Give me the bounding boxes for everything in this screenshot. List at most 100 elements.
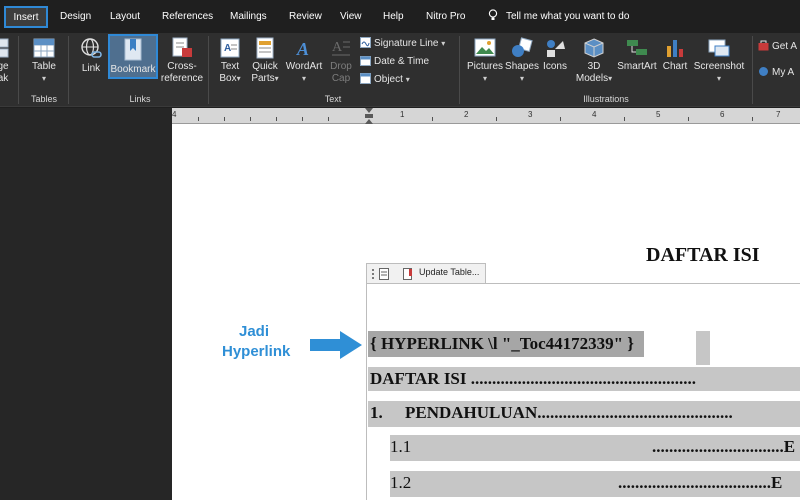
date-time-button[interactable]: Date & Time [360, 54, 429, 70]
cross-reference-label-2: reference [160, 73, 204, 84]
my-addins-button[interactable]: My A [758, 65, 794, 81]
text-box-button[interactable]: A Text Box▾ [214, 37, 246, 85]
toc-entry-daftar-isi[interactable]: DAFTAR ISI .............................… [368, 367, 800, 391]
page-break-icon [0, 38, 9, 58]
text-box-icon: A [220, 38, 240, 58]
ruler-tick [688, 117, 689, 121]
toc-content-control-tab[interactable]: Update Table... [366, 263, 486, 283]
tab-mailings[interactable]: Mailings [230, 8, 267, 26]
link-label: Link [81, 63, 101, 74]
pictures-label: Pictures [466, 61, 504, 72]
drop-cap-icon: A [332, 40, 350, 56]
tab-insert[interactable]: Insert [4, 6, 48, 28]
tab-layout[interactable]: Layout [110, 8, 140, 26]
tell-me-text: Tell me what you want to do [506, 11, 630, 22]
tab-nitro-pro[interactable]: Nitro Pro [426, 8, 465, 26]
drop-cap-label-2: Cap [331, 73, 351, 84]
tab-view[interactable]: View [340, 8, 362, 26]
globe-link-icon [81, 38, 102, 58]
page-break-label-2: ak [0, 73, 9, 84]
table-icon [33, 38, 55, 58]
object-button[interactable]: Object ▾ [360, 72, 410, 88]
screenshot-button[interactable]: Screenshot ▾ [692, 37, 746, 85]
ruler-number: 4 [172, 110, 177, 119]
ruler-number: 2 [464, 110, 469, 119]
ruler-number: 3 [528, 110, 533, 119]
document-icon[interactable] [379, 268, 389, 280]
text-box-label-1: Text [220, 61, 240, 72]
shapes-label: Shapes [505, 61, 539, 72]
icons-button[interactable]: Icons [540, 37, 570, 73]
screenshot-label: Screenshot [693, 61, 745, 72]
cross-reference-button[interactable]: Cross- reference [160, 37, 204, 85]
arrow-right-icon [310, 331, 362, 359]
divider [18, 36, 19, 104]
chevron-down-icon: ▾ [41, 74, 46, 83]
table-button[interactable]: Table ▾ [24, 37, 64, 85]
ruler-tick [752, 117, 753, 121]
get-addins-button[interactable]: Get A [758, 39, 797, 55]
update-table-button[interactable]: Update Table... [419, 267, 479, 277]
wordart-button[interactable]: A WordArt ▾ [284, 37, 324, 85]
tell-me-search[interactable]: Tell me what you want to do [488, 8, 629, 26]
3d-models-label-1: 3D [587, 61, 601, 72]
object-label: Object [374, 74, 403, 85]
chart-button[interactable]: Chart [660, 37, 690, 73]
hyperlink-field-code[interactable]: { HYPERLINK \l "_Toc44172339" } [368, 331, 644, 357]
horizontal-ruler[interactable]: 4 1 2 3 4 5 6 7 [172, 108, 800, 124]
chevron-down-icon: ▾ [236, 74, 241, 83]
cube-icon [584, 38, 604, 58]
screenshot-icon [708, 39, 730, 57]
chevron-down-icon: ▾ [519, 74, 524, 83]
toc-entry-1-2[interactable]: 1.2 ....................................… [390, 471, 800, 497]
divider [208, 36, 209, 104]
ruler-tick [276, 117, 277, 121]
ruler-tick [198, 117, 199, 121]
toc-entry-1-1[interactable]: 1.1 ...............................E [390, 435, 800, 461]
page-break-button[interactable]: ge ak [0, 37, 12, 85]
chevron-down-icon: ▾ [608, 74, 613, 83]
bookmark-icon [124, 38, 142, 61]
ruler-number: 1 [400, 110, 405, 119]
3d-models-label-2: Models [575, 73, 609, 84]
wordart-label: WordArt [285, 61, 323, 72]
tab-review[interactable]: Review [289, 8, 322, 26]
ruler-tick [560, 117, 561, 121]
indent-marker-icon[interactable] [364, 108, 374, 124]
drop-cap-button[interactable]: A Drop Cap [326, 37, 356, 85]
ribbon-insert: ge ak Table ▾ Tables Link Bookmark Cross… [0, 33, 800, 107]
quick-parts-icon [256, 37, 274, 59]
tab-help[interactable]: Help [383, 8, 404, 26]
date-time-label: Date & Time [374, 56, 430, 67]
drag-handle-icon[interactable] [371, 268, 375, 280]
group-label-illustrations: Illustrations [583, 94, 629, 104]
annotation-label: Jadi Hyperlink [222, 322, 290, 362]
chevron-down-icon: ▾ [405, 75, 410, 84]
3d-models-button[interactable]: 3D Models▾ [572, 37, 616, 85]
quick-parts-button[interactable]: Quick Parts▾ [248, 37, 282, 85]
toc-entry-dots: ...............................E [652, 437, 796, 456]
link-button[interactable]: Link [76, 37, 106, 75]
smartart-button[interactable]: SmartArt [614, 37, 660, 73]
page-title: DAFTAR ISI [646, 244, 760, 266]
chevron-down-icon: ▾ [482, 74, 487, 83]
toc-content-control[interactable] [366, 283, 800, 500]
chevron-down-icon: ▾ [301, 74, 306, 83]
shapes-button[interactable]: Shapes ▾ [504, 37, 540, 85]
lightbulb-icon [488, 9, 498, 20]
tab-design[interactable]: Design [60, 8, 91, 26]
left-margin-area [0, 108, 172, 500]
signature-line-button[interactable]: Signature Line ▾ [360, 36, 445, 52]
pictures-button[interactable]: Pictures ▾ [466, 37, 504, 85]
shapes-icon [512, 37, 533, 57]
bookmark-button[interactable]: Bookmark [108, 34, 158, 79]
group-label-links: Links [129, 94, 151, 104]
toc-entry-number: 1.1 [390, 437, 412, 456]
tab-references[interactable]: References [162, 8, 213, 26]
get-addins-label: Get A [772, 41, 798, 52]
group-label-tables: Tables [30, 94, 57, 104]
my-addins-icon [759, 67, 768, 76]
cross-reference-label-1: Cross- [167, 61, 197, 72]
toc-entry-pendahuluan[interactable]: 1. PENDAHULUAN..........................… [368, 401, 800, 427]
signature-icon [360, 37, 371, 48]
